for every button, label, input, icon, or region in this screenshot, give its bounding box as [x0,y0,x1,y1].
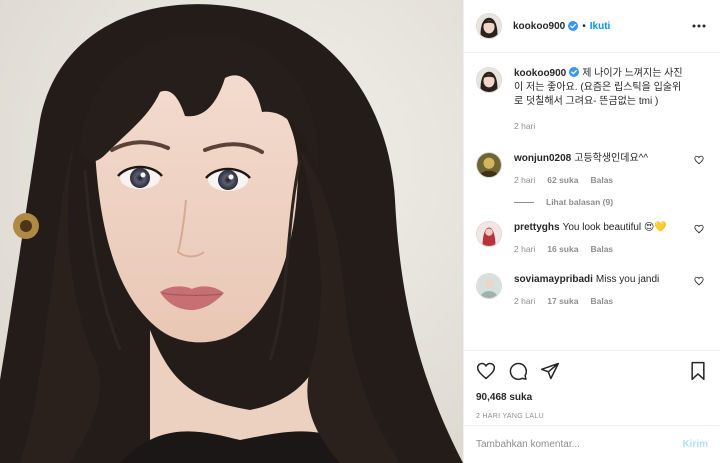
caption-text-block: kookoo900 제 나이가 느껴지는 사진이 저는 좋아요. (요즘은 립스틱… [514,67,688,109]
instagram-post: kookoo900 • Ikuti kookoo900 제 나이가 느껴지는 사… [0,0,720,463]
actions-section: 90,468 suka 2 HARI YANG LALU Kirim [464,350,720,463]
comment-username[interactable]: prettyghs [514,222,560,233]
caption-meta: 2 hari [514,121,688,131]
comment-meta: 2 hari 16 suka Balas [514,244,688,254]
caption-username[interactable]: kookoo900 [514,68,566,79]
comment-username[interactable]: soviamaypribadi [514,274,593,285]
more-options-icon [692,24,706,28]
view-replies-label: Lihat balasan (9) [546,197,614,207]
heart-icon[interactable] [476,361,496,381]
comment-username[interactable]: wonjun0208 [514,153,571,164]
add-comment-bar: Kirim [464,425,720,463]
post-photo[interactable] [0,0,463,463]
commenter-avatar[interactable] [476,273,502,299]
comment-meta: 2 hari 17 suka Balas [514,296,688,306]
commenter-avatar-image [477,274,501,298]
comment-time[interactable]: 2 hari [514,244,535,254]
commenter-avatar[interactable] [476,152,502,178]
comment-likes[interactable]: 16 suka [547,244,578,254]
comment-icon[interactable] [508,361,528,381]
share-icon[interactable] [540,361,560,381]
bookmark-icon[interactable] [688,361,708,381]
comment-likes[interactable]: 17 suka [547,296,578,306]
comments-list[interactable]: kookoo900 제 나이가 느껴지는 사진이 저는 좋아요. (요즘은 립스틱… [464,53,720,350]
author-avatar[interactable] [476,13,502,39]
comment-item: soviamaypribadi Miss you jandi 2 hari 17 … [476,273,708,306]
reply-button[interactable]: Balas [590,296,613,306]
post-timestamp[interactable]: 2 HARI YANG LALU [476,413,708,420]
comment-text: 고등학생인데요^^ [574,153,649,164]
comment-time[interactable]: 2 hari [514,175,535,185]
comment-text: You look beautiful 😍💛 [562,222,667,233]
reply-button[interactable]: Balas [590,175,613,185]
likes-count[interactable]: 90,468 suka [476,392,708,403]
small-heart-icon[interactable] [694,224,704,234]
replies-divider [514,201,534,203]
action-icons-row [476,357,708,385]
comment-item: wonjun0208 고등학생인데요^^ 2 hari 62 suka Balas [476,152,708,185]
separator-dot: • [582,20,586,32]
caption-time[interactable]: 2 hari [514,121,535,131]
comment-meta: 2 hari 62 suka Balas [514,175,688,185]
commenter-avatar-image [477,153,501,177]
comment-text-block: soviamaypribadi Miss you jandi [514,273,688,287]
comment-text: Miss you jandi [595,274,660,285]
post-side-panel: kookoo900 • Ikuti kookoo900 제 나이가 느껴지는 사… [463,0,720,463]
post-comment-button[interactable]: Kirim [682,439,708,450]
more-options-button[interactable] [690,17,708,35]
comment-item: prettyghs You look beautiful 😍💛 2 hari 16… [476,221,708,254]
follow-button[interactable]: Ikuti [590,21,611,32]
comment-input[interactable] [476,439,683,450]
small-heart-icon[interactable] [694,155,704,165]
commenter-avatar-image [477,222,501,246]
reply-button[interactable]: Balas [590,244,613,254]
verified-badge-icon [569,67,580,77]
small-heart-icon[interactable] [694,276,704,286]
caption-avatar-image [477,68,501,92]
caption-avatar[interactable] [476,67,502,93]
commenter-avatar[interactable] [476,221,502,247]
comment-text-block: wonjun0208 고등학생인데요^^ [514,152,688,166]
author-avatar-image [477,14,501,38]
comment-text-block: prettyghs You look beautiful 😍💛 [514,221,688,235]
view-replies-button[interactable]: Lihat balasan (9) [514,197,708,207]
caption: kookoo900 제 나이가 느껴지는 사진이 저는 좋아요. (요즘은 립스틱… [476,67,708,131]
comment-time[interactable]: 2 hari [514,296,535,306]
portrait-image [0,0,463,463]
verified-badge-icon [568,21,579,31]
author-username[interactable]: kookoo900 [513,21,565,32]
post-header: kookoo900 • Ikuti [464,0,720,53]
comment-likes[interactable]: 62 suka [547,175,578,185]
